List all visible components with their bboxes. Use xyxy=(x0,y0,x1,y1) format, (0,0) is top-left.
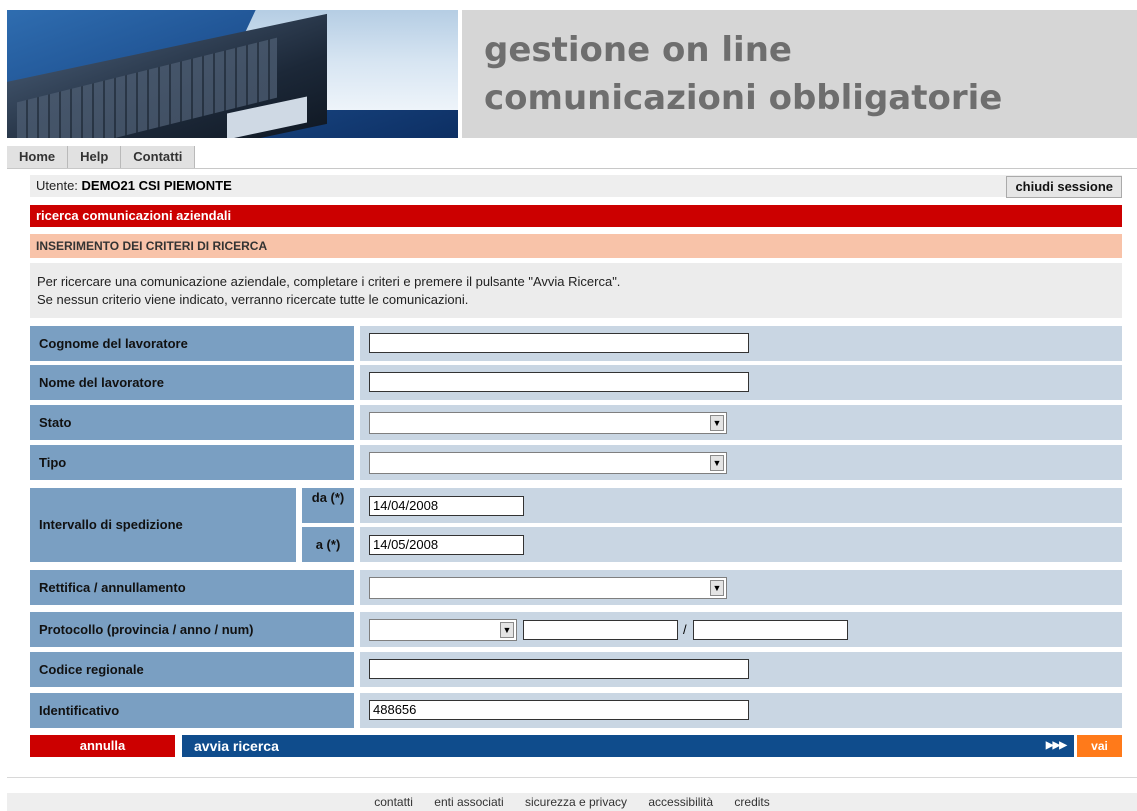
form-row-stato: Stato ▼ xyxy=(30,405,1122,440)
top-line xyxy=(0,0,1137,4)
footer-link-enti-associati[interactable]: enti associati xyxy=(434,795,503,809)
nome-field-cell xyxy=(360,365,1122,400)
cognome-field-cell xyxy=(360,326,1122,361)
tipo-label: Tipo xyxy=(30,445,354,480)
intro-box: Per ricercare una comunicazione aziendal… xyxy=(30,263,1122,318)
avvia-ricerca-button[interactable]: avvia ricerca ▶▶▶ xyxy=(182,735,1074,757)
stato-label: Stato xyxy=(30,405,354,440)
da-label: da (*) xyxy=(302,488,354,523)
footer-link-accessibilita[interactable]: accessibilità xyxy=(648,795,713,809)
da-date-input[interactable] xyxy=(369,496,524,516)
nav-divider xyxy=(7,168,1137,169)
banner-title-line2: comunicazioni obbligatorie xyxy=(484,78,1003,118)
rettifica-label: Rettifica / annullamento xyxy=(30,570,354,605)
footer-link-contatti[interactable]: contatti xyxy=(374,795,413,809)
section-title: ricerca comunicazioni aziendali xyxy=(36,208,232,223)
a-date-input[interactable] xyxy=(369,535,524,555)
footer-divider xyxy=(7,777,1137,778)
protocollo-provincia-select[interactable]: ▼ xyxy=(369,619,517,641)
footer-link-credits[interactable]: credits xyxy=(734,795,769,809)
protocollo-separator: / xyxy=(683,622,687,637)
form-row-nome: Nome del lavoratore xyxy=(30,365,1122,400)
footer: contatti enti associati sicurezza e priv… xyxy=(7,793,1137,811)
form-row-intervallo: Intervallo di spedizione da (*) a (*) xyxy=(30,488,1122,562)
identificativo-field-cell xyxy=(360,693,1122,728)
intro-line-1: Per ricercare una comunicazione aziendal… xyxy=(37,274,621,289)
rettifica-field-cell: ▼ xyxy=(360,570,1122,605)
form-row-rettifica: Rettifica / annullamento ▼ xyxy=(30,570,1122,605)
stato-field-cell: ▼ xyxy=(360,405,1122,440)
banner-title-line1: gestione on line xyxy=(484,30,792,70)
codice-label: Codice regionale xyxy=(30,652,354,687)
codice-regionale-input[interactable] xyxy=(369,659,749,679)
da-field-cell xyxy=(360,488,1122,523)
intro-line-2: Se nessun criterio viene indicato, verra… xyxy=(37,292,469,307)
codice-field-cell xyxy=(360,652,1122,687)
form-row-protocollo: Protocollo (provincia / anno / num) ▼ / xyxy=(30,612,1122,647)
logout-button[interactable]: chiudi sessione xyxy=(1006,176,1122,198)
nome-input[interactable] xyxy=(369,372,749,392)
top-nav: Home Help Contatti xyxy=(7,146,196,168)
a-field-cell xyxy=(360,527,1122,562)
form-row-identificativo: Identificativo xyxy=(30,693,1122,728)
user-label: Utente: xyxy=(36,178,78,193)
cognome-input[interactable] xyxy=(369,333,749,353)
nav-tab-contatti[interactable]: Contatti xyxy=(121,146,196,168)
tipo-select[interactable]: ▼ xyxy=(369,452,727,474)
form-row-cognome: Cognome del lavoratore xyxy=(30,326,1122,361)
section-title-bar: ricerca comunicazioni aziendali xyxy=(30,205,1122,227)
nav-tab-home[interactable]: Home xyxy=(7,146,69,168)
identificativo-label: Identificativo xyxy=(30,693,354,728)
stato-select[interactable]: ▼ xyxy=(369,412,727,434)
user-name: DEMO21 CSI PIEMONTE xyxy=(81,178,232,193)
chevron-down-icon[interactable]: ▼ xyxy=(710,455,724,471)
tipo-field-cell: ▼ xyxy=(360,445,1122,480)
nome-label: Nome del lavoratore xyxy=(30,365,354,400)
annulla-button[interactable]: annulla xyxy=(30,735,175,757)
protocollo-field-cell: ▼ / xyxy=(360,612,1122,647)
protocollo-label: Protocollo (provincia / anno / num) xyxy=(30,612,354,647)
a-label: a (*) xyxy=(302,527,354,562)
form-row-codice: Codice regionale xyxy=(30,652,1122,687)
vai-button[interactable]: vai xyxy=(1077,735,1122,757)
user-bar: Utente: DEMO21 CSI PIEMONTE chiudi sessi… xyxy=(30,175,1122,198)
action-bar: annulla avvia ricerca ▶▶▶ vai xyxy=(30,735,1122,757)
chevron-down-icon[interactable]: ▼ xyxy=(500,622,514,638)
section-subtitle-bar: INSERIMENTO DEI CRITERI DI RICERCA xyxy=(30,234,1122,258)
identificativo-input[interactable] xyxy=(369,700,749,720)
banner-title: gestione on line comunicazioni obbligato… xyxy=(462,10,1137,138)
cognome-label: Cognome del lavoratore xyxy=(30,326,354,361)
chevron-down-icon[interactable]: ▼ xyxy=(710,415,724,431)
protocollo-anno-input[interactable] xyxy=(523,620,678,640)
nav-tab-help[interactable]: Help xyxy=(68,146,122,168)
protocollo-num-input[interactable] xyxy=(693,620,848,640)
intervallo-label: Intervallo di spedizione xyxy=(30,488,296,562)
rettifica-select[interactable]: ▼ xyxy=(369,577,727,599)
triple-arrow-icon: ▶▶▶ xyxy=(1045,740,1067,751)
section-subtitle: INSERIMENTO DEI CRITERI DI RICERCA xyxy=(36,239,268,253)
form-row-tipo: Tipo ▼ xyxy=(30,445,1122,480)
banner-laptop-image xyxy=(7,10,458,138)
avvia-ricerca-label: avvia ricerca xyxy=(194,738,279,754)
chevron-down-icon[interactable]: ▼ xyxy=(710,580,724,596)
footer-link-sicurezza-privacy[interactable]: sicurezza e privacy xyxy=(525,795,627,809)
